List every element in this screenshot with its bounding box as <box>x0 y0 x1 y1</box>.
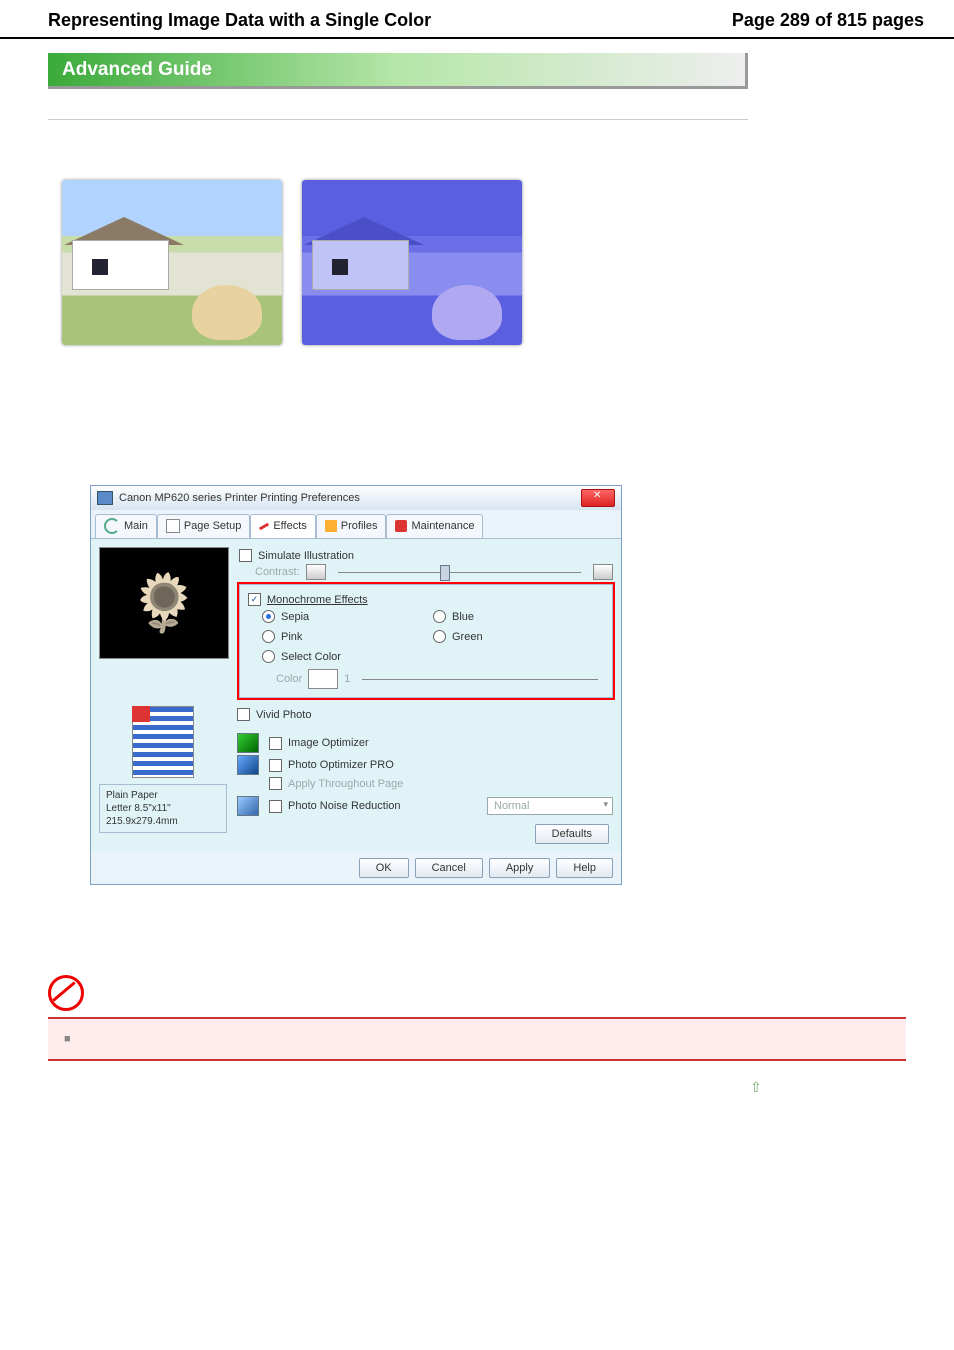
image-optimizer-checkbox[interactable] <box>269 737 282 750</box>
horizontal-rule <box>48 119 748 120</box>
effect-preview: 🌻 <box>99 547 229 659</box>
simulate-illustration-label: Simulate Illustration <box>258 550 354 562</box>
color-value: 1 <box>344 673 350 685</box>
wand-icon <box>259 522 269 530</box>
noise-icon <box>237 796 259 816</box>
monochrome-group-label: Monochrome Effects <box>267 594 368 606</box>
guide-banner: Advanced Guide <box>48 53 748 89</box>
dialog-title: Canon MP620 series Printer Printing Pref… <box>119 492 360 504</box>
tab-strip: Main Page Setup Effects Profiles Mainten… <box>91 510 621 538</box>
tab-main-label: Main <box>124 520 148 532</box>
apply-throughout-checkbox[interactable] <box>269 777 282 790</box>
blue-label: Blue <box>452 611 474 623</box>
contrast-slider[interactable] <box>338 572 581 573</box>
refresh-icon <box>104 518 120 534</box>
green-radio[interactable] <box>433 630 446 643</box>
select-color-label: Select Color <box>281 651 341 663</box>
optimizer-pro-label: Photo Optimizer PRO <box>288 759 394 771</box>
noise-reduction-checkbox[interactable] <box>269 800 282 813</box>
vivid-photo-checkbox[interactable] <box>237 708 250 721</box>
vivid-photo-label: Vivid Photo <box>256 709 311 721</box>
tab-profiles-label: Profiles <box>341 520 378 532</box>
cancel-button[interactable]: Cancel <box>415 858 483 878</box>
tab-profiles[interactable]: Profiles <box>316 514 387 538</box>
blue-radio[interactable] <box>433 610 446 623</box>
sepia-label: Sepia <box>281 611 309 623</box>
flower-icon: 🌻 <box>129 570 199 636</box>
tab-page-setup[interactable]: Page Setup <box>157 514 251 538</box>
apply-button[interactable]: Apply <box>489 858 551 878</box>
pink-label: Pink <box>281 631 302 643</box>
tab-maint-label: Maintenance <box>411 520 474 532</box>
pink-radio[interactable] <box>262 630 275 643</box>
monochrome-effects-group: ✓ Monochrome Effects Sepia Blue Pink Gree… <box>239 584 613 698</box>
page-title: Representing Image Data with a Single Co… <box>48 10 431 31</box>
paper-type-label: Plain Paper <box>106 790 158 801</box>
simulate-illustration-checkbox[interactable] <box>239 549 252 562</box>
maintenance-icon <box>395 520 407 532</box>
page-preview <box>132 706 194 778</box>
tab-main[interactable]: Main <box>95 514 157 538</box>
optimizer-pro-icon <box>237 755 259 775</box>
image-optimizer-label: Image Optimizer <box>288 737 369 749</box>
corner-icon <box>132 706 150 722</box>
paper-size-label: Letter 8.5"x11" 215.9x279.4mm <box>106 803 178 827</box>
tab-page-label: Page Setup <box>184 520 242 532</box>
sample-before-image <box>62 180 282 345</box>
defaults-button[interactable]: Defaults <box>535 824 609 844</box>
contrast-label: Contrast: <box>255 566 300 578</box>
paper-info: Plain Paper Letter 8.5"x11" 215.9x279.4m… <box>99 784 227 833</box>
prohibit-icon <box>48 975 84 1011</box>
page-top-icon[interactable]: ⇧ <box>750 1079 764 1093</box>
profiles-icon <box>325 520 337 532</box>
close-icon[interactable] <box>581 489 615 507</box>
tab-effects-label: Effects <box>273 520 306 532</box>
noise-level-select[interactable]: Normal <box>487 797 613 815</box>
apply-throughout-label: Apply Throughout Page <box>288 778 403 790</box>
sample-after-image <box>302 180 522 345</box>
dialog-button-row: OK Cancel Apply Help <box>91 852 621 884</box>
preferences-dialog: Canon MP620 series Printer Printing Pref… <box>90 485 622 885</box>
page-counter: Page 289 of 815 pages <box>732 10 924 31</box>
warning-box: ■ <box>48 1017 906 1061</box>
sepia-radio[interactable] <box>262 610 275 623</box>
contrast-low-icon <box>306 564 326 580</box>
slider-thumb-icon[interactable] <box>440 565 450 581</box>
monochrome-checkbox[interactable]: ✓ <box>248 593 261 606</box>
green-label: Green <box>452 631 483 643</box>
tab-maintenance[interactable]: Maintenance <box>386 514 483 538</box>
dialog-titlebar: Canon MP620 series Printer Printing Pref… <box>91 486 621 510</box>
effects-panel: 🌻 Simulate Illustration Contrast: ✓ Monoc… <box>91 538 621 852</box>
optimizer-pro-checkbox[interactable] <box>269 759 282 772</box>
color-slider[interactable] <box>362 679 598 680</box>
printer-icon <box>97 491 113 505</box>
help-button[interactable]: Help <box>556 858 613 878</box>
color-swatch[interactable] <box>308 669 338 689</box>
contrast-high-icon <box>593 564 613 580</box>
bullet-icon: ■ <box>64 1033 71 1045</box>
tab-effects[interactable]: Effects <box>250 514 315 538</box>
color-label: Color <box>276 673 302 685</box>
select-color-radio[interactable] <box>262 650 275 663</box>
optimizer-icon <box>237 733 259 753</box>
ok-button[interactable]: OK <box>359 858 409 878</box>
noise-reduction-label: Photo Noise Reduction <box>288 800 401 812</box>
page-icon <box>166 519 180 533</box>
example-images <box>62 180 954 345</box>
